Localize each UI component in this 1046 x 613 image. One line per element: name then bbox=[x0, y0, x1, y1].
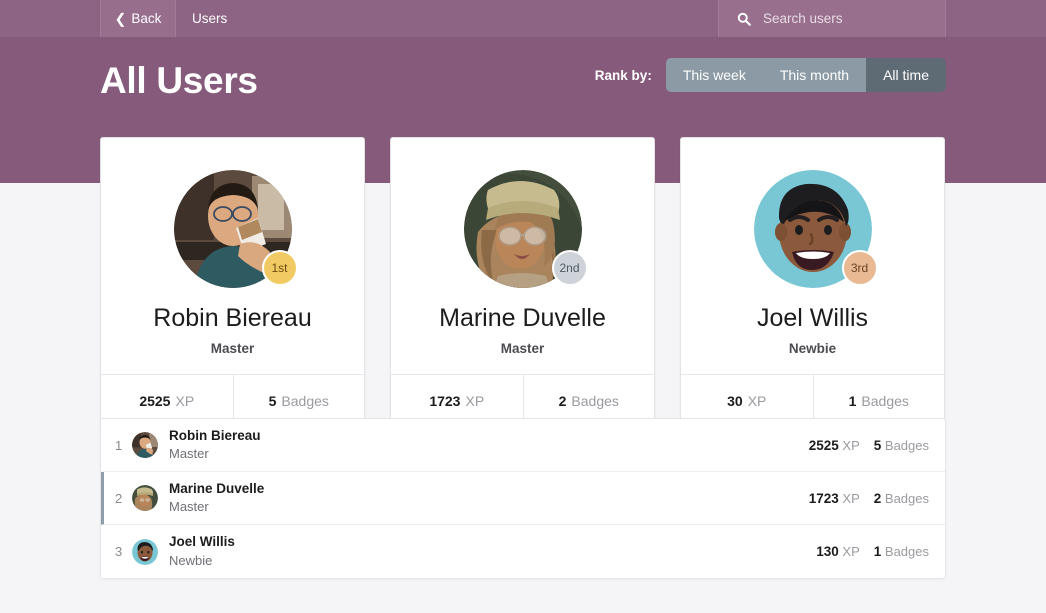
rank-option-all-time[interactable]: All time bbox=[866, 58, 946, 92]
podium-name: Marine Duvelle bbox=[439, 304, 606, 332]
list-item-identity: Joel Willis Newbie bbox=[169, 532, 816, 570]
rank-by-control: Rank by: This week This month All time bbox=[595, 58, 946, 92]
list-item-badges: 1 Badges bbox=[874, 544, 929, 559]
podium-card-third[interactable]: 3rd Joel Willis Newbie 30 XP 1 Badges bbox=[680, 137, 945, 429]
list-item-identity: Robin Biereau Master bbox=[169, 426, 809, 464]
list-item-rank: 2 bbox=[115, 490, 123, 506]
podium-role: Master bbox=[210, 340, 255, 356]
avatar-wrapper: 2nd bbox=[463, 170, 588, 288]
search-container[interactable] bbox=[718, 0, 946, 37]
podium-role: Master bbox=[500, 340, 545, 356]
list-item-xp-label: XP bbox=[842, 437, 860, 453]
list-item-rank: 3 bbox=[115, 544, 123, 559]
list-item[interactable]: 3 Joel Willis Newbie 130 XP 1 Badges bbox=[101, 525, 945, 578]
breadcrumb-users[interactable]: Users bbox=[176, 0, 243, 37]
podium-badges-label: Badges bbox=[571, 393, 619, 410]
list-item-role: Master bbox=[169, 499, 209, 515]
list-item[interactable]: 1 Robin Biereau Master 2525 XP 5 Badges bbox=[101, 419, 945, 472]
podium-badges-label: Badges bbox=[861, 393, 909, 410]
podium-name: Joel Willis bbox=[756, 304, 869, 332]
podium-xp-value: 1723 bbox=[429, 393, 461, 410]
list-item-badges: 5 Badges bbox=[874, 438, 929, 453]
list-item-avatar bbox=[132, 432, 158, 458]
podium-role: Newbie bbox=[788, 340, 837, 356]
rank-chip-third: 3rd bbox=[841, 250, 878, 286]
topbar-right-padding bbox=[946, 0, 1046, 37]
rank-chip-second: 2nd bbox=[551, 250, 588, 286]
podium-cards: 1st Robin Biereau Master 2525 XP 5 Badge… bbox=[100, 137, 946, 429]
topbar-spacer bbox=[243, 0, 718, 37]
rank-by-label: Rank by: bbox=[594, 67, 652, 83]
rank-option-this-month[interactable]: This month bbox=[762, 58, 867, 92]
list-item-badges-value: 1 bbox=[873, 544, 882, 559]
list-item-rank: 1 bbox=[115, 437, 123, 453]
podium-xp-value: 30 bbox=[727, 393, 743, 410]
list-item-identity: Marine Duvelle Master bbox=[169, 479, 809, 517]
user-ranking-list: 1 Robin Biereau Master 2525 XP 5 Badges … bbox=[100, 418, 946, 579]
list-item-role: Master bbox=[169, 446, 209, 462]
podium-badges-value: 5 bbox=[268, 393, 277, 410]
podium-card-body: 1st Robin Biereau Master bbox=[101, 138, 364, 374]
list-item-name: Robin Biereau bbox=[169, 427, 261, 443]
list-item-stats: 2525 XP 5 Badges bbox=[809, 438, 929, 453]
list-item-name: Marine Duvelle bbox=[169, 480, 265, 496]
podium-card-body: 3rd Joel Willis Newbie bbox=[681, 138, 944, 374]
list-item-badges-label: Badges bbox=[884, 544, 929, 559]
list-item-xp: 1723 XP bbox=[809, 491, 860, 506]
list-item-xp: 2525 XP bbox=[809, 438, 860, 453]
chevron-left-icon: ❮ bbox=[114, 10, 127, 26]
list-item-name: Joel Willis bbox=[169, 534, 235, 550]
list-item-xp-value: 2525 bbox=[808, 437, 839, 453]
avatar-wrapper: 1st bbox=[173, 170, 298, 288]
rank-chip-first: 1st bbox=[261, 250, 298, 286]
list-item-xp-label: XP bbox=[842, 544, 860, 559]
search-input[interactable] bbox=[763, 11, 940, 26]
podium-badges-value: 2 bbox=[558, 393, 567, 410]
list-item[interactable]: 2 Marine Duvelle Master 1723 XP 2 Badges bbox=[101, 472, 945, 525]
podium-xp-value: 2525 bbox=[139, 393, 171, 410]
podium-card-second[interactable]: 2nd Marine Duvelle Master 1723 XP 2 Badg… bbox=[390, 137, 655, 429]
podium-xp-label: XP bbox=[465, 393, 485, 410]
list-item-badges-label: Badges bbox=[884, 490, 929, 506]
rank-option-this-week[interactable]: This week bbox=[665, 58, 763, 92]
list-item-badges: 2 Badges bbox=[874, 491, 929, 506]
list-item-badges-value: 2 bbox=[873, 490, 882, 506]
list-item-xp-value: 1723 bbox=[808, 490, 839, 506]
list-item-role: Newbie bbox=[169, 552, 213, 568]
list-item-badges-label: Badges bbox=[884, 437, 929, 453]
list-item-xp-value: 130 bbox=[816, 544, 839, 559]
list-item-avatar bbox=[132, 485, 158, 511]
list-item-avatar bbox=[132, 538, 158, 565]
podium-card-first[interactable]: 1st Robin Biereau Master 2525 XP 5 Badge… bbox=[100, 137, 365, 429]
search-icon bbox=[737, 12, 751, 26]
list-item-badges-value: 5 bbox=[873, 437, 882, 453]
list-item-stats: 1723 XP 2 Badges bbox=[809, 491, 929, 506]
podium-xp-label: XP bbox=[747, 393, 767, 410]
podium-xp-label: XP bbox=[175, 393, 195, 410]
list-item-stats: 130 XP 1 Badges bbox=[816, 544, 929, 559]
topbar-left-padding bbox=[0, 0, 100, 37]
podium-badges-label: Badges bbox=[281, 393, 329, 410]
back-button-label: Back bbox=[131, 11, 162, 26]
top-navigation-bar: ❮ Back Users bbox=[0, 0, 1046, 37]
list-item-xp: 130 XP bbox=[816, 544, 860, 559]
back-button[interactable]: ❮ Back bbox=[100, 0, 176, 37]
podium-name: Robin Biereau bbox=[153, 304, 312, 332]
avatar-wrapper: 3rd bbox=[753, 170, 878, 288]
rank-by-segmented-control: This week This month All time bbox=[665, 58, 946, 92]
users-leaderboard-page: ❮ Back Users All Users Rank by: This wee… bbox=[0, 0, 1046, 613]
list-item-xp-label: XP bbox=[842, 490, 860, 506]
breadcrumb-label: Users bbox=[192, 11, 228, 26]
podium-badges-value: 1 bbox=[848, 393, 857, 410]
page-title: All Users bbox=[100, 60, 258, 101]
podium-card-body: 2nd Marine Duvelle Master bbox=[391, 138, 654, 374]
